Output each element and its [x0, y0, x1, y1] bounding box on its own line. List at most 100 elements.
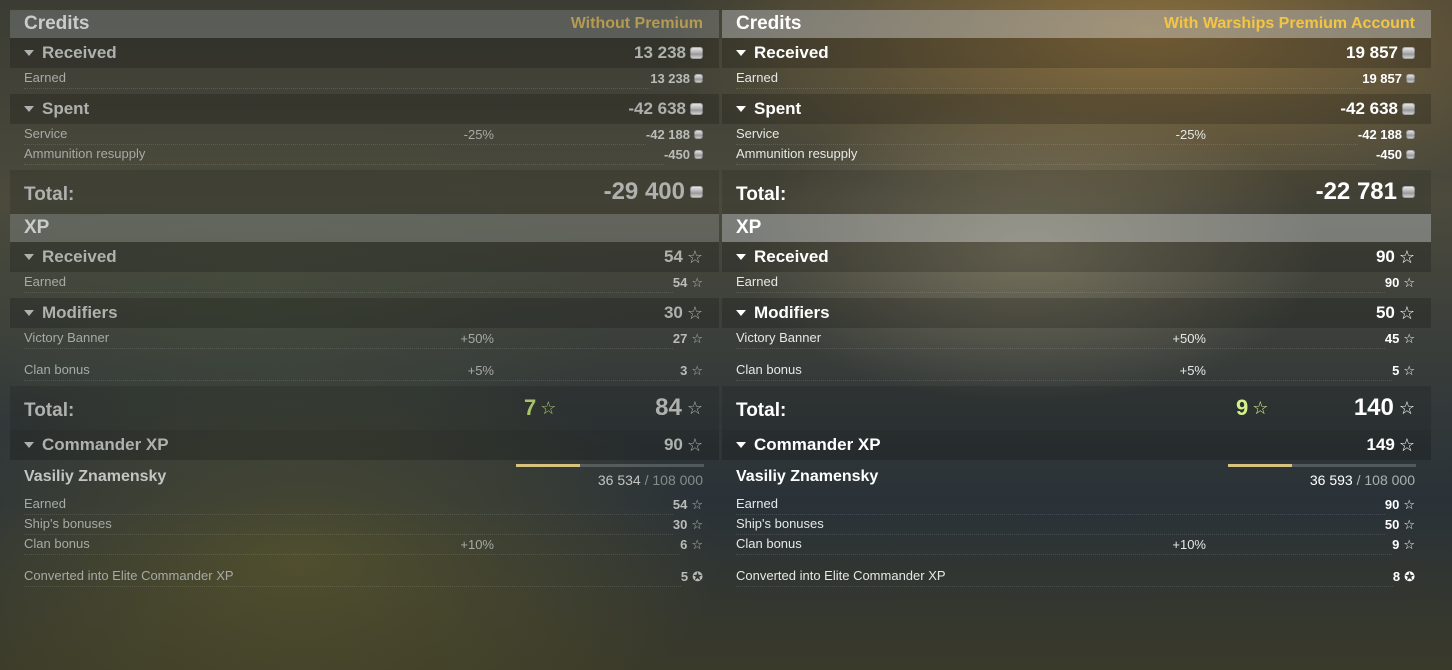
collapse-caret-icon[interactable]: [24, 442, 34, 448]
section-value: 50: [1375, 303, 1395, 322]
collapse-caret-icon[interactable]: [24, 254, 34, 260]
row-value: 3: [680, 362, 688, 378]
row-value: -450: [663, 146, 690, 162]
xp-star-icon: ☆: [540, 398, 557, 418]
row-label: Clan bonus: [24, 534, 681, 555]
row-label: Victory Banner: [24, 328, 673, 349]
collapse-caret-icon[interactable]: [736, 442, 746, 448]
commander-xp-progress-bar: [516, 464, 704, 467]
row-value: 5: [680, 568, 689, 584]
xp-star-icon: ☆: [1403, 536, 1415, 552]
credits-coin-icon: [690, 186, 703, 198]
section-value: 19 857: [1346, 43, 1398, 62]
section-label: Spent: [754, 99, 802, 118]
collapse-caret-icon[interactable]: [24, 106, 34, 112]
commander-xp-section[interactable]: Commander XP 90 ☆: [10, 430, 719, 460]
list-item: Earned 54 ☆: [10, 494, 719, 515]
collapse-caret-icon[interactable]: [736, 106, 746, 112]
xp-star-icon: ☆: [686, 303, 703, 323]
credits-header: Credits Without Premium: [10, 10, 719, 38]
xp-total: Total: 7 ☆ 84 ☆: [10, 386, 719, 430]
credits-coin-icon: [1406, 129, 1415, 139]
results-panel-without-premium: Credits Without Premium Received 13 238 …: [10, 10, 719, 587]
section-value: 54: [663, 247, 683, 266]
row-label: Earned: [736, 272, 1385, 293]
list-item: Ammunition resupply -450: [722, 144, 1431, 165]
progress-fill: [516, 464, 580, 467]
credits-total: Total: -29 400: [10, 170, 719, 214]
credits-spent-section[interactable]: Spent -42 638: [10, 94, 719, 124]
row-label: Clan bonus: [736, 534, 1393, 555]
row-percent: +5%: [467, 362, 494, 378]
xp-received-section[interactable]: Received 54 ☆: [10, 242, 719, 272]
section-value: 90: [663, 435, 683, 454]
section-value: -42 638: [628, 99, 686, 118]
xp-star-icon: ☆: [691, 496, 703, 512]
collapse-caret-icon[interactable]: [736, 310, 746, 316]
xp-received-section[interactable]: Received 90 ☆: [722, 242, 1431, 272]
section-value: 30: [663, 303, 683, 322]
section-value: -42 638: [1340, 99, 1398, 118]
total-bonus-value: 7: [524, 395, 537, 420]
row-value: 90: [1384, 496, 1400, 512]
commander-row: Vasiliy Znamensky 36 593 / 108 000: [722, 460, 1431, 494]
credits-spent-section[interactable]: Spent -42 638: [722, 94, 1431, 124]
row-label: Earned: [24, 494, 673, 515]
xp-modifiers-section[interactable]: Modifiers 50 ☆: [722, 298, 1431, 328]
collapse-caret-icon[interactable]: [736, 50, 746, 56]
total-value: -29 400: [603, 178, 685, 205]
row-label: Ammunition resupply: [736, 144, 1376, 165]
xp-modifiers-section[interactable]: Modifiers 30 ☆: [10, 298, 719, 328]
section-label: Received: [42, 43, 117, 62]
row-label: Service: [24, 124, 646, 145]
list-item: Clan bonus +5% 5 ☆: [722, 360, 1431, 381]
list-item: Clan bonus +10% 9 ☆: [722, 534, 1431, 555]
commander-xp-section[interactable]: Commander XP 149 ☆: [722, 430, 1431, 460]
xp-total: Total: 9 ☆ 140 ☆: [722, 386, 1431, 430]
row-percent: +5%: [1179, 362, 1206, 378]
list-item: Victory Banner +50% 27 ☆: [10, 328, 719, 349]
progress-fill: [1228, 464, 1292, 467]
section-label: Modifiers: [42, 303, 118, 322]
credits-coin-icon: [1406, 73, 1415, 83]
credits-received-section[interactable]: Received 19 857: [722, 38, 1431, 68]
row-label: Victory Banner: [736, 328, 1385, 349]
credits-received-section[interactable]: Received 13 238: [10, 38, 719, 68]
row-value: 45: [1384, 330, 1400, 346]
commander-xp-max: / 108 000: [644, 472, 703, 488]
row-label: Earned: [736, 494, 1385, 515]
list-item: Victory Banner +50% 45 ☆: [722, 328, 1431, 349]
section-label: Commander XP: [42, 435, 169, 454]
collapse-caret-icon[interactable]: [24, 310, 34, 316]
xp-title: XP: [24, 217, 50, 238]
xp-star-icon: ☆: [1403, 516, 1415, 532]
row-value: 19 857: [1362, 70, 1402, 86]
xp-star-icon: ☆: [691, 330, 703, 346]
row-label: Service: [736, 124, 1358, 145]
collapse-caret-icon[interactable]: [24, 50, 34, 56]
commander-xp-progress-bar: [1228, 464, 1416, 467]
row-label: Converted into Elite Commander XP: [24, 566, 681, 587]
list-item: Earned 90 ☆: [722, 494, 1431, 515]
xp-star-icon: ☆: [1403, 330, 1415, 346]
total-label: Total:: [24, 400, 75, 421]
row-percent: +50%: [460, 330, 494, 346]
results-panel-with-premium: Credits With Warships Premium Account Re…: [722, 10, 1431, 587]
xp-header: XP: [10, 214, 719, 242]
row-percent: +10%: [1172, 536, 1206, 552]
credits-coin-icon: [690, 103, 703, 115]
collapse-caret-icon[interactable]: [736, 254, 746, 260]
commander-xp-current: 36 534: [597, 472, 641, 488]
row-value: -42 188: [1357, 126, 1402, 142]
section-label: Spent: [42, 99, 90, 118]
xp-star-icon: ☆: [686, 398, 703, 418]
section-value: 149: [1366, 435, 1395, 454]
section-value: 13 238: [634, 43, 686, 62]
row-value: -42 188: [645, 126, 690, 142]
xp-star-icon: ☆: [1398, 247, 1415, 267]
row-value: 54: [672, 496, 688, 512]
list-item: Ship's bonuses 50 ☆: [722, 514, 1431, 535]
row-value: 54: [672, 274, 688, 290]
elite-commander-xp-icon: ✪: [1404, 568, 1415, 584]
commander-name: Vasiliy Znamensky: [24, 468, 167, 485]
